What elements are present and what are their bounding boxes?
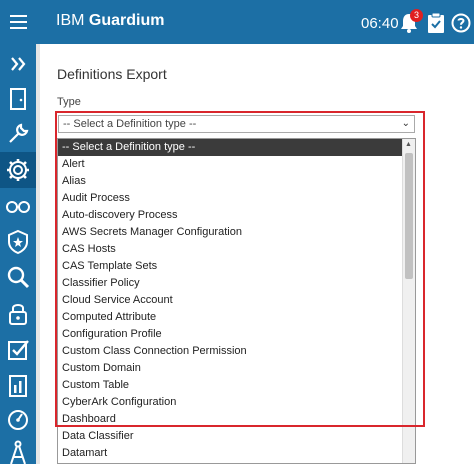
chevron-down-icon: ⌄ bbox=[401, 118, 410, 129]
page-title: Definitions Export bbox=[57, 66, 167, 82]
definition-type-select[interactable]: -- Select a Definition type -- ⌄ bbox=[58, 115, 415, 133]
dropdown-option[interactable]: Dashboard bbox=[58, 411, 415, 428]
dropdown-option[interactable]: Alias bbox=[58, 173, 415, 190]
compass-icon[interactable] bbox=[4, 438, 32, 466]
report-icon[interactable] bbox=[4, 372, 32, 400]
dropdown-option[interactable]: Audit Process bbox=[58, 190, 415, 207]
dropdown-option[interactable]: CAS Hosts bbox=[58, 241, 415, 258]
dropdown-option[interactable]: AWS Secrets Manager Configuration bbox=[58, 224, 415, 241]
dropdown-option[interactable]: Alert bbox=[58, 156, 415, 173]
lock-icon[interactable] bbox=[4, 300, 32, 328]
dropdown-option[interactable]: CyberArk Configuration bbox=[58, 394, 415, 411]
definition-type-select-value: -- Select a Definition type -- bbox=[63, 118, 197, 130]
dropdown-option[interactable]: -- Select a Definition type -- bbox=[58, 139, 415, 156]
dropdown-option[interactable]: Configuration Profile bbox=[58, 326, 415, 343]
door-icon[interactable] bbox=[4, 85, 32, 113]
glasses-icon[interactable] bbox=[4, 192, 32, 220]
clipboard-check-icon[interactable] bbox=[427, 12, 445, 34]
dropdown-option[interactable]: Datamart bbox=[58, 445, 415, 462]
top-bar: IBM Guardium 06:40 3 bbox=[0, 0, 474, 44]
menu-icon[interactable] bbox=[0, 0, 36, 44]
gauge-icon[interactable] bbox=[4, 406, 32, 434]
wrench-icon[interactable] bbox=[4, 120, 32, 148]
dropdown-option-list: -- Select a Definition type -- Alert Alias… bbox=[58, 139, 415, 462]
dropdown-option[interactable]: Classifier Policy bbox=[58, 275, 415, 292]
scrollbar-thumb[interactable] bbox=[405, 153, 413, 279]
gear-icon[interactable] bbox=[0, 152, 36, 188]
search-icon[interactable] bbox=[4, 263, 32, 291]
help-icon[interactable] bbox=[451, 13, 471, 33]
dropdown-option[interactable]: Data Classifier bbox=[58, 428, 415, 445]
brand-prefix: IBM bbox=[56, 12, 85, 29]
scroll-up-arrow-icon[interactable]: ▲ bbox=[405, 141, 412, 148]
brand-name: Guardium bbox=[88, 12, 165, 29]
dropdown-scrollbar[interactable]: ▲ bbox=[402, 139, 415, 463]
notification-badge: 3 bbox=[410, 9, 423, 22]
checkbox-icon[interactable] bbox=[4, 336, 32, 364]
shield-star-icon[interactable] bbox=[4, 228, 32, 256]
dropdown-option[interactable]: Cloud Service Account bbox=[58, 292, 415, 309]
dropdown-option[interactable]: Custom Domain bbox=[58, 360, 415, 377]
dropdown-option[interactable]: Computed Attribute bbox=[58, 309, 415, 326]
dropdown-option[interactable]: Custom Table bbox=[58, 377, 415, 394]
dropdown-option[interactable]: CAS Template Sets bbox=[58, 258, 415, 275]
type-label: Type bbox=[57, 96, 81, 108]
definition-type-dropdown[interactable]: -- Select a Definition type -- Alert Alias… bbox=[57, 138, 416, 464]
clock: 06:40 bbox=[361, 15, 399, 32]
double-chevron-right-icon[interactable] bbox=[4, 50, 32, 78]
dropdown-option[interactable]: Custom Class Connection Permission bbox=[58, 343, 415, 360]
app-title: IBM Guardium bbox=[56, 12, 164, 30]
dropdown-option[interactable]: Auto-discovery Process bbox=[58, 207, 415, 224]
